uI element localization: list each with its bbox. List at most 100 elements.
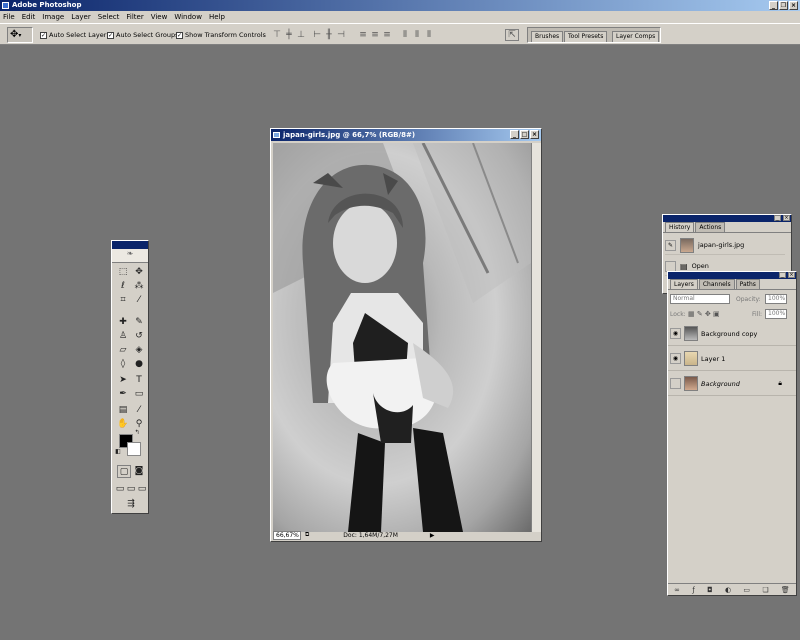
layer-row[interactable]: ◉ Background copy <box>668 322 796 346</box>
menu-image[interactable]: Image <box>42 13 64 21</box>
adjustment-layer-icon[interactable]: ◐ <box>725 586 731 594</box>
zoom-field[interactable]: 66,67% <box>273 530 301 540</box>
document-canvas[interactable] <box>273 143 531 532</box>
menu-edit[interactable]: Edit <box>22 13 36 21</box>
well-tab-layer-comps[interactable]: Layer Comps <box>612 31 660 42</box>
menu-window[interactable]: Window <box>174 13 202 21</box>
healing-brush-icon[interactable]: ✚ <box>116 316 130 329</box>
path-select-icon[interactable]: ➤ <box>116 374 130 387</box>
vertical-scrollbar[interactable] <box>531 143 541 532</box>
well-tab-brushes[interactable]: Brushes <box>531 31 564 42</box>
screen-mode-full-icon[interactable]: ▭ <box>137 483 147 496</box>
tab-history[interactable]: History <box>665 222 695 232</box>
palette-close-icon[interactable]: × <box>783 215 790 221</box>
document-title-bar[interactable]: japan-girls.jpg @ 66,7% (RGB/8#) _ □ × <box>271 129 541 141</box>
hand-tool-icon[interactable]: ✋ <box>116 418 130 431</box>
screen-mode-standard-icon[interactable]: ▭ <box>115 483 125 496</box>
lock-icons[interactable]: ▦ ✎ ✥ ▣ <box>688 310 720 318</box>
align-hcenter-icon[interactable]: ╫ <box>324 30 334 40</box>
doc-close-button[interactable]: × <box>530 130 539 139</box>
align-bottom-icon[interactable]: ⊥ <box>296 30 306 40</box>
layer-visibility-eye-icon[interactable]: ◉ <box>670 328 681 339</box>
eyedropper-icon[interactable]: ⁄ <box>132 404 146 417</box>
palette-toggle-icon[interactable]: ⇱ <box>505 29 519 41</box>
tab-channels[interactable]: Channels <box>698 279 735 289</box>
minimize-button[interactable]: _ <box>769 1 778 10</box>
default-colors-icon[interactable]: ◧ <box>114 448 122 456</box>
status-icon[interactable]: ⧉ <box>305 531 309 539</box>
new-layer-icon[interactable]: ❏ <box>762 586 768 594</box>
quick-mask-icon[interactable]: ◙ <box>132 465 146 478</box>
layer-mask-icon[interactable]: ◘ <box>707 586 713 594</box>
layer-style-icon[interactable]: ƒ <box>692 586 694 594</box>
layer-visibility-eye-icon[interactable] <box>670 378 681 389</box>
menu-filter[interactable]: Filter <box>126 13 143 21</box>
distribute-hcenter-icon[interactable]: ⫴ <box>412 30 422 40</box>
auto-select-layer-checkbox[interactable]: ✓ Auto Select Layer <box>40 31 106 39</box>
move-tool-icon[interactable]: ✥ <box>132 266 146 279</box>
history-brush-icon[interactable]: ↺ <box>132 330 146 343</box>
feather-logo-icon[interactable]: ❧ <box>112 249 148 263</box>
well-tab-tool-presets[interactable]: Tool Presets <box>564 31 608 42</box>
palette-minimize-icon[interactable]: _ <box>779 272 786 278</box>
layer-row[interactable]: ◉ Layer 1 <box>668 347 796 371</box>
doc-minimize-button[interactable]: _ <box>510 130 519 139</box>
opacity-field[interactable]: 100% <box>765 294 787 304</box>
marquee-tool-icon[interactable]: ⬚ <box>116 266 130 279</box>
brush-tool-icon[interactable]: ✎ <box>132 316 146 329</box>
history-state-slot[interactable] <box>665 260 676 272</box>
slice-tool-icon[interactable]: ⁄ <box>132 294 146 307</box>
history-brush-source-icon[interactable]: ✎ <box>665 239 676 251</box>
layer-row[interactable]: Background 🔒︎ <box>668 372 796 396</box>
paint-bucket-icon[interactable]: ◈ <box>132 344 146 357</box>
restore-button[interactable]: ❐ <box>779 1 788 10</box>
fill-field[interactable]: 100% <box>765 309 787 319</box>
blend-mode-select[interactable]: Normal <box>670 294 730 304</box>
palette-close-icon[interactable]: × <box>788 272 795 278</box>
history-snapshot[interactable]: ✎ japan-girls.jpg <box>665 236 785 255</box>
dodge-tool-icon[interactable]: ● <box>132 358 146 371</box>
distribute-bottom-icon[interactable]: ≡ <box>382 30 392 40</box>
align-right-icon[interactable]: ⊣ <box>336 30 346 40</box>
tab-layers[interactable]: Layers <box>670 279 698 289</box>
magic-wand-icon[interactable]: ⁂ <box>132 280 146 293</box>
toolbox-titlebar[interactable] <box>112 241 148 249</box>
trash-icon[interactable]: 🗑︎ <box>781 586 790 594</box>
layers-palette-titlebar[interactable]: _ × <box>668 272 796 279</box>
distribute-vcenter-icon[interactable]: ≡ <box>370 30 380 40</box>
pen-tool-icon[interactable]: ✒ <box>116 388 130 401</box>
standard-mode-icon[interactable]: ▢ <box>117 465 131 478</box>
show-transform-controls-checkbox[interactable]: ✓ Show Transform Controls <box>176 31 266 39</box>
tab-actions[interactable]: Actions <box>695 222 726 232</box>
tab-paths[interactable]: Paths <box>735 279 760 289</box>
layer-visibility-eye-icon[interactable]: ◉ <box>670 353 681 364</box>
status-menu-arrow-icon[interactable]: ▶ <box>430 532 435 539</box>
auto-select-groups-checkbox[interactable]: ✓ Auto Select Groups <box>107 31 178 39</box>
align-left-icon[interactable]: ⊢ <box>312 30 322 40</box>
doc-maximize-button[interactable]: □ <box>520 130 529 139</box>
lasso-tool-icon[interactable]: ℓ <box>116 280 130 293</box>
crop-tool-icon[interactable]: ⌗ <box>116 294 130 307</box>
link-layers-icon[interactable]: ∞ <box>674 586 680 594</box>
menu-select[interactable]: Select <box>98 13 120 21</box>
swap-colors-icon[interactable]: ↰ <box>133 429 141 437</box>
clone-stamp-icon[interactable]: ♙ <box>116 330 130 343</box>
screen-mode-full-menu-icon[interactable]: ▭ <box>126 483 136 496</box>
palette-minimize-icon[interactable]: _ <box>774 215 781 221</box>
notes-tool-icon[interactable]: ▤ <box>116 404 130 417</box>
blur-tool-icon[interactable]: ◊ <box>116 358 130 371</box>
distribute-left-icon[interactable]: ⫴ <box>400 30 410 40</box>
history-palette-titlebar[interactable]: _ × <box>663 215 791 222</box>
close-button[interactable]: × <box>789 1 798 10</box>
jump-to-imageready-icon[interactable]: ⇶ <box>117 498 145 511</box>
menu-layer[interactable]: Layer <box>71 13 91 21</box>
shape-tool-icon[interactable]: ▭ <box>132 388 146 401</box>
distribute-top-icon[interactable]: ≡ <box>358 30 368 40</box>
menu-file[interactable]: File <box>3 13 15 21</box>
menu-view[interactable]: View <box>151 13 168 21</box>
align-top-icon[interactable]: ⊤ <box>272 30 282 40</box>
tool-preset-picker[interactable]: ✥▾ <box>7 27 33 43</box>
new-group-icon[interactable]: ▭ <box>743 586 750 594</box>
type-tool-icon[interactable]: T <box>132 374 146 387</box>
distribute-right-icon[interactable]: ⫴ <box>424 30 434 40</box>
